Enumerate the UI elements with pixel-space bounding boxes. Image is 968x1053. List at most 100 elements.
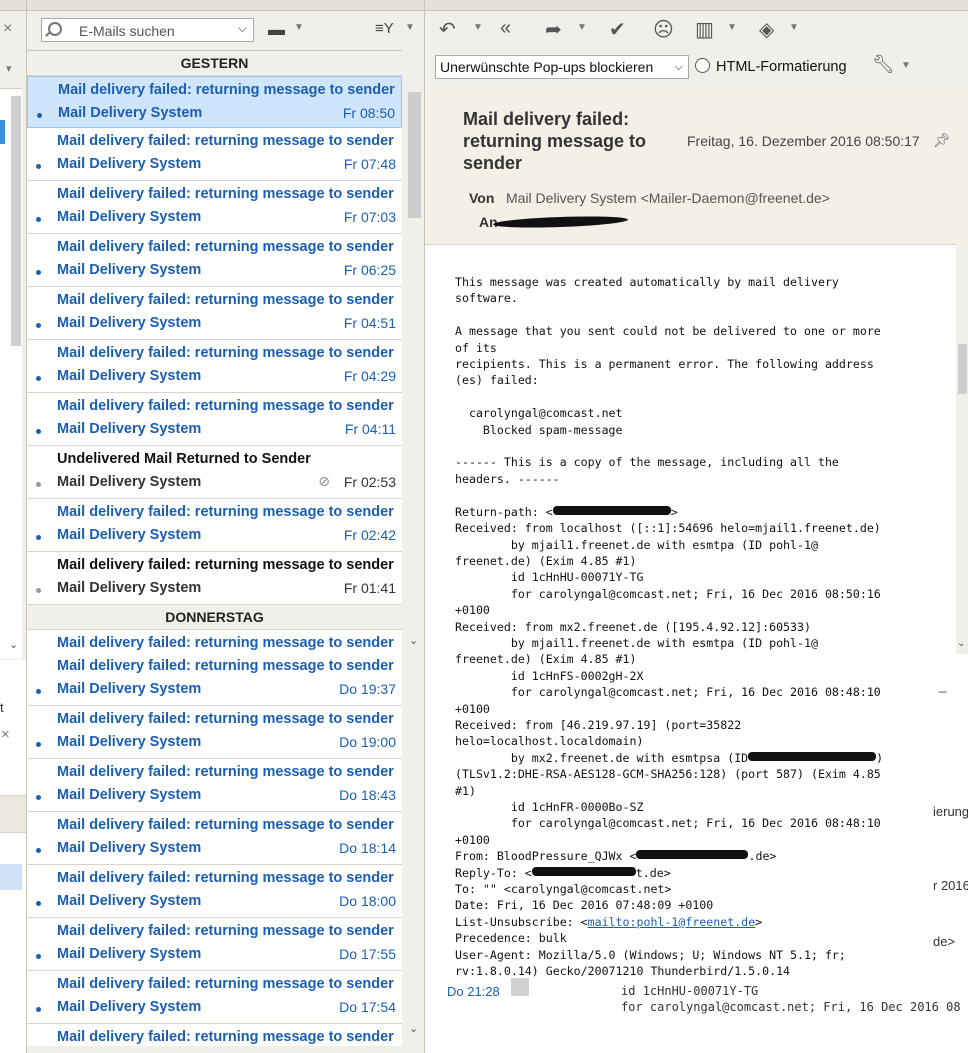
scroll-down-icon[interactable]: ⌄ [957,638,965,649]
body-line: #1) [455,783,476,798]
unread-dot [36,689,41,694]
message-sender: Mail Delivery System [57,946,202,962]
scroll-down-icon[interactable]: ⌄ [9,638,18,651]
chevron-down-icon[interactable]: ▼ [577,22,587,33]
body-line: Received: from mx2.freenet.de ([195.4.92… [455,619,811,634]
list-item[interactable]: Mail delivery failed: returning message … [27,287,402,340]
pin-icon[interactable]: 📌︎ [933,132,951,149]
column-picker-icon[interactable]: ≡Y [375,20,394,37]
background-fragment: Do 21:28 [447,984,500,999]
selected-folder[interactable] [0,120,5,144]
background-fragment: id 1cHnHU-00071Y-TG [621,984,759,998]
chevron-down-icon[interactable]: ▼ [789,22,799,33]
chevron-down-icon[interactable]: ▼ [405,22,415,33]
reply-icon[interactable]: ↶ [439,17,456,42]
popup-block-value: Unerwünschte Pop-ups blockieren [440,59,654,75]
radio-button[interactable] [695,58,710,73]
body-line: headers. ------ [455,471,560,486]
close-icon[interactable]: × [3,20,12,38]
message-subject: Mail delivery failed: returning message … [57,711,394,727]
unread-dot [36,535,41,540]
chevron-down-icon[interactable]: ▼ [727,22,737,33]
forward-icon[interactable]: ➦ [545,17,562,42]
mark-read-icon[interactable]: ✔ [609,17,626,42]
delete-icon[interactable]: ▥ [695,17,714,42]
message-sender: Mail Delivery System [57,734,202,750]
body-line: (TLSv1.2:DHE-RSA-AES128-GCM-SHA256:128) … [455,767,881,782]
tag-icon[interactable]: ◈ [759,17,774,42]
message-subject: Mail delivery failed: returning message … [57,764,394,780]
message-subject: Mail delivery failed: returning message … [57,504,394,520]
message-sender: Mail Delivery System [57,262,202,278]
list-item[interactable]: Mail delivery failed: returning message … [27,128,402,181]
folder-scrollbar[interactable] [11,96,21,346]
body-line: for carolyngal@comcast.net; Fri, 16 Dec … [455,816,881,831]
body-line: +0100 [455,603,490,618]
list-item[interactable]: Mail delivery failed: returning message … [27,1024,402,1046]
unread-dot [36,954,41,959]
unread-dot [36,429,41,434]
list-item[interactable]: Mail delivery failed: returning message … [27,971,402,1024]
reply-all-icon[interactable]: « [500,17,511,40]
junk-icon[interactable]: ☹ [653,17,674,42]
body-line: (es) failed: [455,373,539,388]
chevron-down-icon[interactable]: ▾ [6,62,12,75]
body-line: Return-path: < > [455,504,678,519]
html-format-label: HTML-Formatierung [716,59,847,75]
redaction-mark [531,866,636,876]
list-item[interactable]: Mail delivery failed: returning message … [27,181,402,234]
list-view-icon[interactable]: ▬ [268,20,285,40]
body-line: for carolyngal@comcast.net; Fri, 16 Dec … [455,586,881,601]
list-item[interactable]: Mail delivery failed: returning message … [27,865,402,918]
list-item[interactable]: Mail delivery failed: returning message … [27,918,402,971]
search-input[interactable]: E-Mails suchen ⌵ [41,18,254,42]
body-line: Reply-To: < t.de> [455,865,671,880]
unread-dot [36,848,41,853]
unread-dot [36,742,41,747]
list-item[interactable]: Mail delivery failed: returning message … [27,552,402,605]
chevron-down-icon[interactable]: ▼ [901,60,911,71]
message-sender: Mail Delivery System [57,999,202,1015]
background-fragment [511,978,529,996]
scrollbar-thumb[interactable] [408,92,421,218]
message-list-pane: E-Mails suchen ⌵ ▬ ▼ ≡Y ▼ GESTERN Mail d… [27,0,424,1053]
scrollbar-thumb[interactable] [958,344,967,394]
search-dropdown-icon[interactable]: ⌵ [238,21,247,36]
unread-dot [36,270,41,275]
tab-strip [0,0,26,11]
list-item[interactable]: Mail delivery failed: returning message … [27,76,402,128]
list-item[interactable]: Mail delivery failed: returning message … [27,393,402,446]
message-subject: Mail delivery failed: returning message … [57,658,394,674]
reading-pane-scrollbar[interactable]: ⌄ [956,244,968,654]
from-value[interactable]: Mail Delivery System <Mailer-Daemon@free… [506,190,830,206]
chevron-down-icon[interactable]: ▼ [294,22,304,33]
body-line: id 1cHnFR-0000Bo-SZ [455,800,644,814]
chevron-down-icon[interactable]: ▼ [473,22,483,33]
unsubscribe-link[interactable]: mailto:pohl-1@freenet.de [588,915,756,929]
html-format-toggle[interactable]: HTML-Formatierung [695,58,847,75]
message-sender: Mail Delivery System [58,105,203,121]
list-item[interactable]: Mail delivery failed: returning message … [27,234,402,287]
list-item[interactable]: Mail delivery failed: returning message … [27,812,402,865]
body-line: id 1cHnFS-0002gH-2X [455,668,644,683]
body-line: User-Agent: Mozilla/5.0 (Windows; U; Win… [455,947,846,962]
list-item[interactable]: Mail delivery failed: returning message … [27,653,402,706]
message-list-scrollbar[interactable]: ⌄ ⌄ [405,50,424,1045]
list-item[interactable]: Mail delivery failed: returning message … [27,759,402,812]
list-item[interactable]: Undelivered Mail Returned to Sender Mail … [27,446,402,499]
list-item[interactable]: Mail delivery failed: returning message … [27,340,402,393]
list-item[interactable]: Mail delivery failed: returning message … [27,499,402,552]
background-window [0,660,26,1053]
message-sender: Mail Delivery System [57,368,202,384]
list-item[interactable]: Mail delivery failed: returning message … [27,706,402,759]
wrench-icon[interactable]: 🔧︎ [872,54,895,75]
popup-block-select[interactable]: Unerwünschte Pop-ups blockieren ⌵ [435,55,689,79]
message-time: Fr 02:42 [343,527,396,543]
background-window: Do 21:28 id 1cHnHU-00071Y-TG for carolyn… [425,978,968,1053]
scroll-down-icon[interactable]: ⌄ [409,634,418,647]
message-subject: Mail delivery failed: returning message … [57,133,394,149]
scroll-down-icon[interactable]: ⌄ [409,1022,418,1035]
background-fragment: r 2016 [933,878,968,893]
body-line: helo=localhost.localdomain) [455,734,644,749]
message-time: Do 19:00 [339,734,396,750]
